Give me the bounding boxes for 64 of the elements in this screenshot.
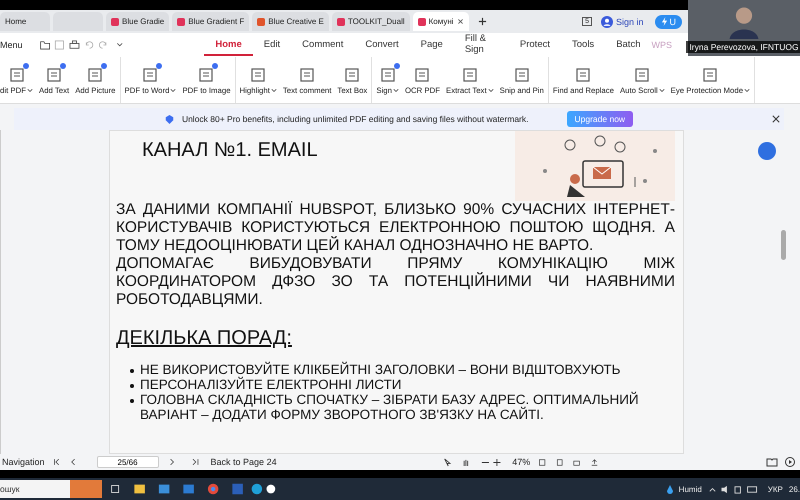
browser-tab[interactable]: TOOLKIT_Duall	[332, 12, 410, 31]
ribbon-tab[interactable]: Edit	[252, 34, 292, 56]
close-icon[interactable]	[772, 115, 780, 123]
new-tab-icon[interactable]	[478, 17, 487, 26]
ribbon-tab[interactable]: Comment	[291, 34, 354, 56]
close-icon[interactable]	[456, 18, 464, 25]
document-icon	[141, 66, 160, 84]
document-icon	[343, 66, 362, 84]
document-icon	[460, 66, 479, 84]
document-icon	[8, 66, 26, 84]
document-icon	[633, 66, 652, 84]
bullet-text: ПЕРСОНАЛІЗУЙТЕ ЕЛЕКТРОННІ ЛИСТИ	[140, 377, 402, 392]
scrollbar-thumb[interactable]	[781, 230, 786, 260]
avatar-icon[interactable]	[600, 16, 613, 28]
language-indicator[interactable]: УКР	[768, 484, 783, 494]
page-number-field[interactable]: 25/66	[96, 456, 159, 468]
document-icon	[298, 66, 316, 84]
browser-tab[interactable]: Blue Creative E	[252, 12, 329, 31]
read-play-icons-drawing[interactable]	[766, 457, 796, 467]
body-paragraph: ДОПОМАГАЄ ВИБУДОВУВАТИ ПРЯМУ КОМУНІКАЦІЮ МІЖ КООРДИНАТОРОМ ДФЗО ЗО ТА ПОТЕНЦІЙНИМИ ЧИ НАЯВНИМИ РОБОТОДАВЦЯМИ.	[116, 255, 675, 309]
ribbon-tab[interactable]: Fill & Sign	[454, 34, 509, 56]
zoom-level[interactable]: 47%	[512, 457, 530, 467]
floating-action-button[interactable]	[758, 142, 776, 160]
taskbar-app-icons-drawing[interactable]	[108, 482, 278, 496]
slide-title: КАНАЛ №1. EMAIL	[142, 139, 318, 162]
banner-text: Unlock 80+ Pro benefits, including unlimited PDF editing and saving files without watermark.	[182, 114, 528, 124]
bullet-text: НЕ ВИКОРИСТОВУЙТЕ КЛІКБЕЙТНІ ЗАГОЛОВКИ – ВОНИ ВІДШТОВХУЮТЬ	[140, 362, 620, 377]
video-caption: Iryna Perevozova, IFNTUOG	[686, 41, 800, 53]
clock-text[interactable]: 26.	[788, 484, 800, 494]
document-icon	[249, 66, 268, 84]
shield-icon	[164, 114, 174, 124]
sign-in-link[interactable]: Sign in	[616, 16, 644, 26]
browser-tab[interactable]: Home	[0, 12, 50, 31]
document-icon	[701, 66, 720, 84]
browser-tab[interactable]: Blue Gradient F	[172, 12, 250, 31]
document-icon	[413, 66, 432, 84]
section-heading: ДЕКІЛЬКА ПОРАД:	[116, 327, 293, 350]
bullet-text: ГОЛОВНА СКЛАДНІСТЬ СПОЧАТКУ – ЗІБРАТИ БАЗУ АДРЕС. ОПТИМАЛЬНИЙ ВАРІАНТ – ДОДАТИ ФОРМУ ЗВОРОТНОГО ЗВ'ЯЗКУ НА САЙТІ.	[140, 392, 640, 422]
ribbon-tab[interactable]: Protect	[508, 34, 561, 56]
body-paragraph: ЗА ДАНИМИ КОМПАНІЇ HUBSPOT, БЛИЗЬКО 90% СУЧАСНИХ ІНТЕРНЕТ-КОРИСТУВАЧІВ КОРИСТУЮТЬСЯ ЕЛЕКТРОННОЮ ПОШТОЮ ЩОДНЯ. А ТОМУ НЕДООЦІНЮВАТИ ЦЕЙ КАНАЛ ОДНОЗНАЧНО НЕ ВАРТО.	[116, 201, 675, 255]
document-icon	[574, 66, 592, 84]
menu-button[interactable]: Menu	[0, 40, 23, 50]
browser-tab[interactable]: Blue Gradie	[106, 12, 170, 31]
bullet-icon	[130, 369, 134, 373]
document-icon	[45, 66, 64, 84]
browser-tab[interactable]: Комуні	[412, 12, 469, 31]
lightning-icon	[660, 16, 668, 26]
ribbon-tab[interactable]: Convert	[354, 34, 410, 56]
ribbon-tab[interactable]: Tools	[561, 34, 606, 56]
ribbon-tab[interactable]: Page	[410, 34, 454, 56]
document-icon	[378, 66, 397, 84]
search-highlight-drawing	[70, 480, 102, 498]
weather-drop-icon[interactable]	[666, 484, 673, 494]
navigation-label[interactable]: Navigation	[2, 457, 45, 467]
bullet-icon	[130, 384, 134, 388]
document-icon	[197, 66, 216, 84]
back-to-page-link[interactable]: Back to Page 24	[210, 457, 277, 467]
document-icon	[86, 66, 104, 84]
weather-text[interactable]: Humid	[678, 484, 702, 494]
ribbon-tab[interactable]: Batch	[605, 34, 652, 56]
bullet-icon	[130, 399, 134, 403]
taskbar-search-field[interactable]: ошук	[0, 480, 70, 498]
upgrade-now-button[interactable]: Upgrade now	[566, 111, 634, 127]
document-icon	[512, 66, 531, 84]
